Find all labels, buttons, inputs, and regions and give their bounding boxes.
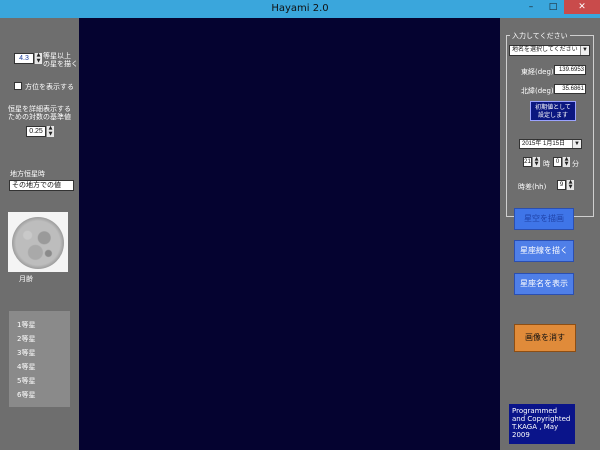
legend-item: 3等星 [17,349,36,357]
set-initial-values-button[interactable]: 初期値として 設定します [530,101,576,121]
magnitude-label-line2: の星を描く [43,60,78,68]
minute-spinner[interactable]: ▲ ▼ [562,157,570,167]
moon-age-label: 月齢 [19,275,33,283]
set-initial-line2: 設定します [537,112,568,119]
copyright-notice: Programmed and Copyrighted T.KAGA , May … [509,404,575,444]
threshold-spinner[interactable]: ▲ ▼ [46,126,54,137]
draw-constellation-lines-button[interactable]: 星座線を描く [514,240,574,262]
hour-spinner[interactable]: ▲ ▼ [532,157,540,167]
show-constellation-names-button[interactable]: 星座名を表示 [514,273,574,295]
timezone-spinner[interactable]: ▲ ▼ [566,180,574,190]
minute-input[interactable]: 0 [553,157,562,167]
longitude-field[interactable]: 139.6953 [554,65,586,75]
threshold-label-line2: ための対数の基準値 [8,113,71,121]
local-sidereal-time-label: 地方恒星時 [10,170,45,178]
minute-unit: 分 [572,160,579,168]
threshold-value: 0.25 [29,128,43,135]
timezone-input[interactable]: 9 [557,180,566,190]
clear-image-button[interactable]: 画像を消す [514,324,576,352]
local-sidereal-time-field[interactable]: その地方での値 [9,180,74,191]
hour-unit: 時 [543,160,550,168]
moon-image [8,212,68,272]
show-direction-label: 方位を表示する [25,83,74,91]
app-window: Hayami 2.0 – □ ✕ 4.3 ▲ ▼ 等星以上 の星を描く 方位を表示… [0,0,600,450]
longitude-label: 東経(deg) [521,68,554,76]
magnitude-value: 4.3 [19,55,29,62]
legend-item: 4等星 [17,363,36,371]
magnitude-legend: 1等星 2等星 3等星 4等星 5等星 6等星 [9,311,70,407]
date-picker[interactable]: 2015年 1月15日 ▼ [519,139,582,149]
minute-value: 0 [555,159,560,165]
location-select[interactable]: 地名を選択してください ▼ [509,45,590,56]
local-sidereal-time-value: その地方での値 [12,182,61,189]
magnitude-input[interactable]: 4.3 [14,53,34,64]
latitude-field[interactable]: 35.6861 [554,84,586,94]
latitude-label: 北緯(deg) [521,87,554,95]
hour-input[interactable]: 21 [523,157,532,167]
close-button[interactable]: ✕ [564,0,600,14]
magnitude-spinner[interactable]: ▲ ▼ [34,53,42,64]
window-title: Hayami 2.0 [271,3,329,14]
threshold-input[interactable]: 0.25 [26,126,46,137]
hour-value: 21 [524,159,531,165]
legend-item: 6等星 [17,391,36,399]
chevron-down-icon: ▼ [580,46,589,55]
legend-item: 5等星 [17,377,36,385]
moon-icon [12,217,64,269]
location-select-value: 地名を選択してください [512,47,578,53]
maximize-button[interactable]: □ [542,0,564,14]
date-value: 2015年 1月15日 [522,141,566,147]
chevron-down-icon: ▼ [572,140,581,148]
client-area: 4.3 ▲ ▼ 等星以上 の星を描く 方位を表示する 恒星を詳細表示する ための対… [0,18,600,450]
input-group-title: 入力してください [510,31,570,41]
star-map-canvas[interactable] [79,18,500,450]
show-direction-checkbox[interactable] [14,82,22,90]
title-bar: Hayami 2.0 – □ ✕ [0,0,600,18]
legend-item: 2等星 [17,335,36,343]
minimize-button[interactable]: – [520,0,542,14]
set-initial-line1: 初期値として [535,104,571,111]
draw-sky-button[interactable]: 星空を描画 [514,208,574,230]
timezone-label: 時差(hh) [518,183,547,191]
legend-item: 1等星 [17,321,36,329]
timezone-value: 9 [559,182,564,188]
latitude-value: 35.6861 [562,86,584,92]
longitude-value: 139.6953 [558,67,584,73]
